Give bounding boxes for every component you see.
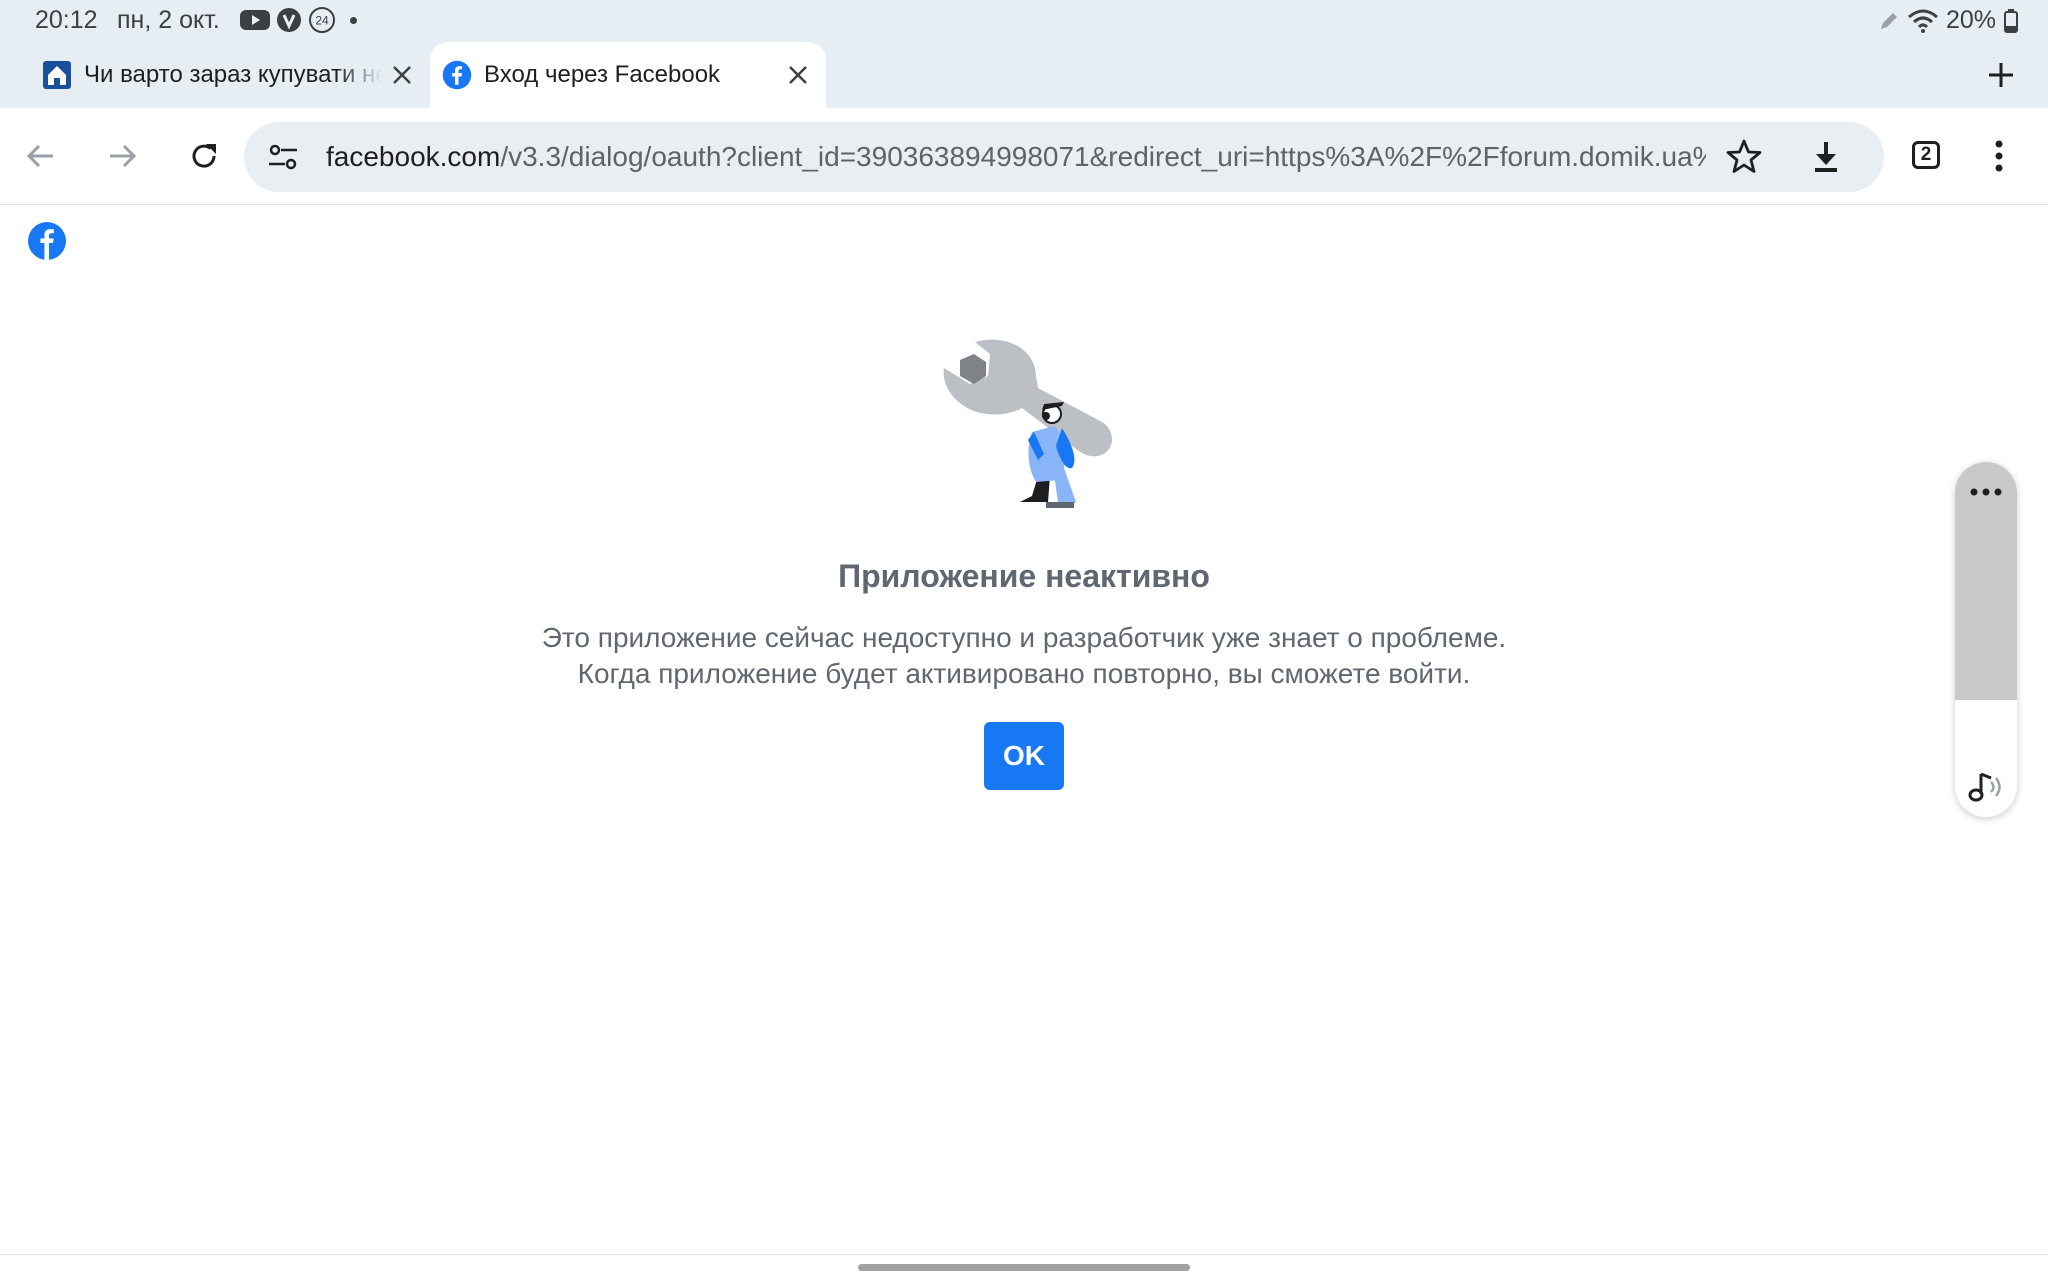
more-notifications-dot: [350, 16, 357, 24]
url-text[interactable]: facebook.com/v3.3/dialog/oauth?client_id…: [326, 141, 1706, 173]
tab-title: Чи варто зараз купувати нерухомість: [84, 61, 382, 88]
new-tab-button[interactable]: [1978, 52, 2024, 98]
viber-icon: [277, 8, 301, 32]
url-path: /v3.3/dialog/oauth?client_id=39036389499…: [500, 141, 1706, 172]
status-date: пн, 2 окт.: [117, 6, 220, 34]
error-message: Это приложение сейчас недоступно и разра…: [0, 620, 2048, 692]
close-tab-icon[interactable]: [382, 55, 422, 95]
badge-24-text: 24: [315, 14, 329, 28]
arrow-right-icon: [110, 144, 137, 168]
home-icon: [43, 61, 71, 89]
tab-switcher-button[interactable]: 2: [1912, 141, 1940, 169]
read-aloud-icon[interactable]: [1967, 770, 2005, 804]
forward-button[interactable]: [96, 130, 148, 182]
status-bar: 20:12 пн, 2 окт. 24 20%: [0, 0, 2048, 42]
address-bar[interactable]: facebook.com/v3.3/dialog/oauth?client_id…: [244, 122, 1884, 192]
plus-icon: [1989, 63, 2013, 87]
bottom-divider: [0, 1254, 2048, 1255]
navigation-gesture-bar[interactable]: [858, 1264, 1190, 1271]
wifi-icon: [1907, 9, 1938, 33]
close-tab-icon[interactable]: [778, 55, 818, 95]
bookmark-star-icon[interactable]: [1724, 137, 1764, 177]
browser-toolbar: facebook.com/v3.3/dialog/oauth?client_id…: [0, 108, 2048, 205]
reload-icon: [192, 144, 216, 168]
status-time: 20:12: [35, 6, 98, 34]
notification-icons: 24: [240, 6, 357, 34]
arrow-left-icon: [26, 144, 53, 168]
system-icons: 20%: [1878, 6, 2018, 35]
facebook-logo-icon[interactable]: [27, 221, 67, 261]
youtube-icon: [240, 10, 270, 30]
more-options-icon[interactable]: [1986, 136, 2012, 176]
tab-inactive[interactable]: Чи варто зараз купувати нерухомість: [30, 42, 430, 108]
download-icon[interactable]: [1806, 137, 1846, 177]
battery-percent: 20%: [1945, 6, 1996, 34]
site-settings-icon[interactable]: [266, 140, 300, 174]
badge-24-icon: 24: [309, 7, 335, 33]
error-message-line2: Когда приложение будет активировано повт…: [577, 658, 1471, 689]
url-host: facebook.com: [326, 141, 501, 172]
tab-title: Вход через Facebook: [484, 61, 721, 88]
back-button[interactable]: [15, 130, 67, 182]
tab-active[interactable]: Вход через Facebook: [430, 42, 826, 108]
wrench-worker-illustration: [943, 339, 1113, 508]
reload-button[interactable]: [178, 130, 230, 182]
facebook-icon: [442, 60, 472, 90]
error-message-line1: Это приложение сейчас недоступно и разра…: [541, 622, 1507, 653]
more-horizontal-icon[interactable]: [1969, 486, 2003, 498]
page-title: Приложение неактивно: [838, 558, 1210, 594]
ok-button[interactable]: OK: [984, 722, 1064, 790]
pen-icon: [1880, 12, 1897, 29]
floating-side-panel[interactable]: [1955, 462, 2017, 817]
battery-icon: [2004, 8, 2018, 33]
